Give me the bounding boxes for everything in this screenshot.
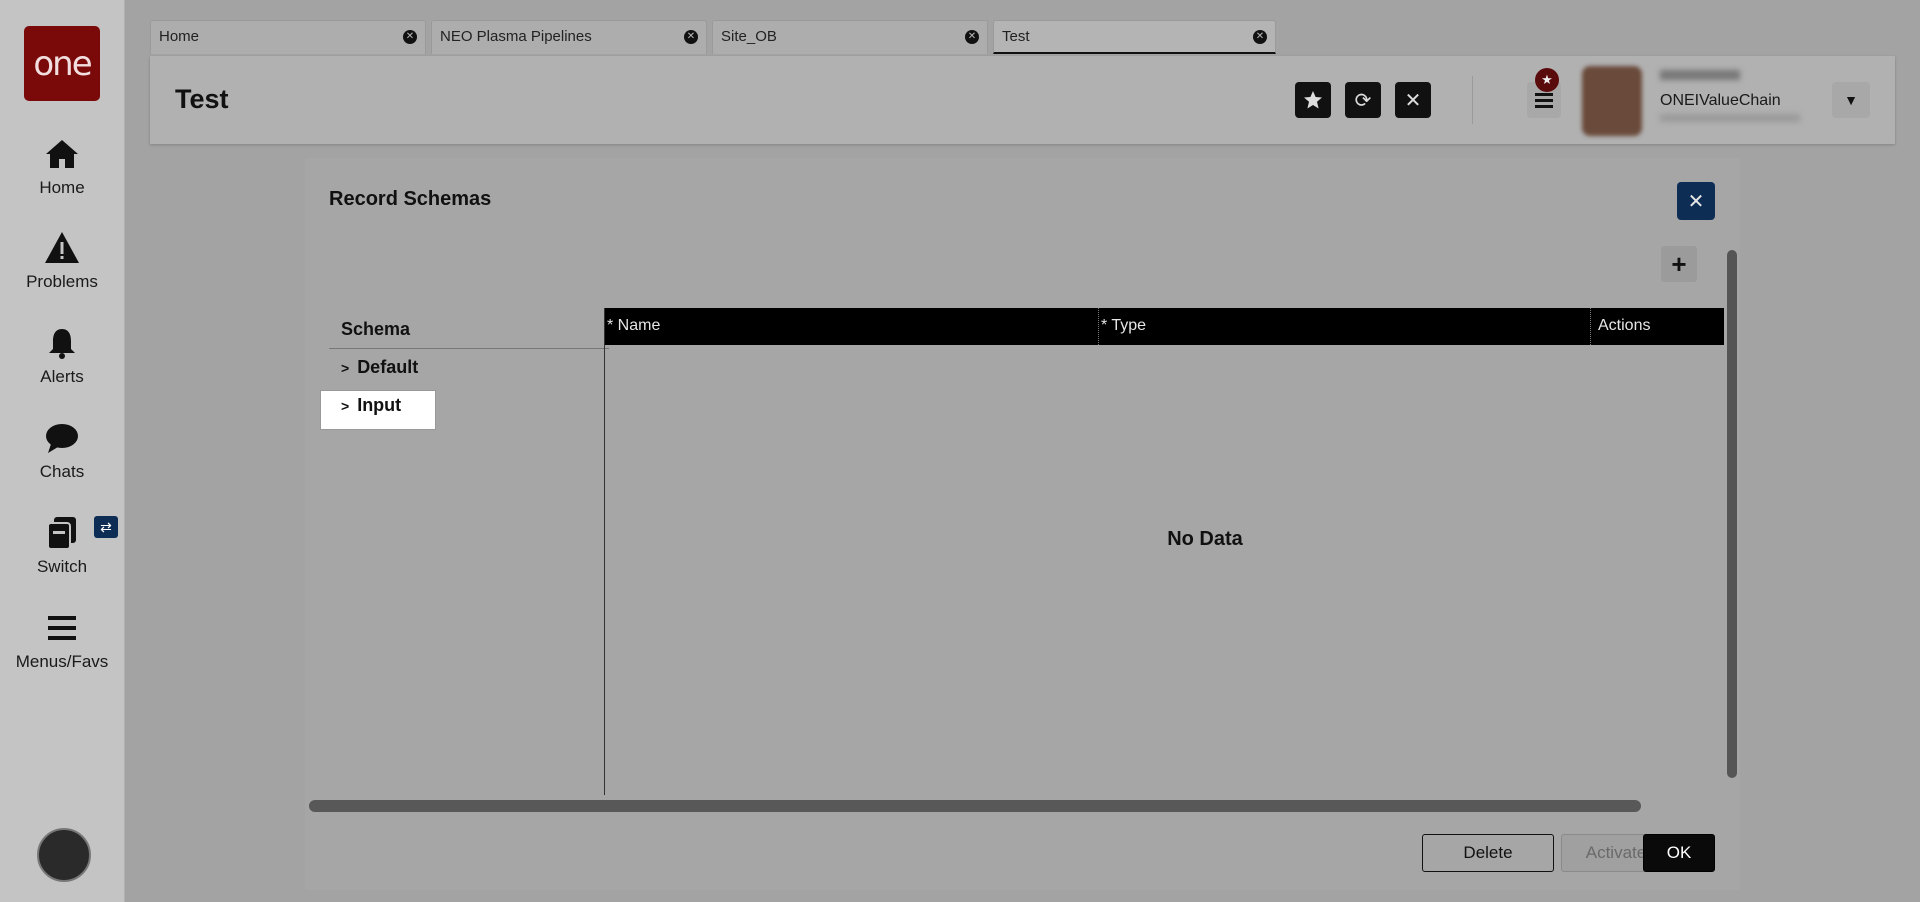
- refresh-icon: ⟳: [1354, 89, 1372, 112]
- favorites-badge-icon[interactable]: ★: [1535, 68, 1559, 92]
- close-page-button[interactable]: ✕: [1395, 82, 1431, 118]
- dialog-close-button[interactable]: ✕: [1677, 182, 1715, 220]
- assistant-avatar-icon[interactable]: [37, 828, 91, 882]
- chevron-down-icon: ▼: [1844, 92, 1858, 108]
- tree-item-label: Input: [357, 395, 402, 415]
- user-menu-button[interactable]: ▼: [1832, 82, 1870, 118]
- close-tab-icon[interactable]: ✕: [684, 30, 698, 44]
- nav-alerts-label: Alerts: [40, 367, 84, 386]
- bell-icon: [49, 329, 75, 359]
- column-header-name[interactable]: * Name: [607, 317, 660, 335]
- delete-button[interactable]: Delete: [1422, 834, 1554, 872]
- left-nav: one Home Problems Alerts Chats Switch ⇄ …: [0, 0, 125, 902]
- close-tab-icon[interactable]: ✕: [403, 30, 417, 44]
- tab-test[interactable]: Test ✕: [993, 20, 1276, 54]
- tree-item-default[interactable]: > Default: [341, 357, 418, 378]
- grid-header: * Name * Type Actions: [605, 308, 1724, 345]
- tab-label: Home: [159, 28, 200, 45]
- user-detail-blurred: [1660, 114, 1800, 122]
- chat-icon: [46, 424, 78, 453]
- tab-site-ob[interactable]: Site_OB ✕: [712, 20, 988, 54]
- refresh-button[interactable]: ⟳: [1345, 82, 1381, 118]
- nav-switch-label: Switch: [36, 557, 88, 576]
- star-icon: [1304, 91, 1322, 109]
- dialog-title: Record Schemas: [329, 188, 492, 210]
- tab-label: Test: [1002, 28, 1030, 45]
- nav-chats[interactable]: Chats: [0, 418, 124, 482]
- nav-home-label: Home: [39, 178, 85, 197]
- switch-icon: [47, 517, 76, 550]
- hamburger-icon: [1535, 93, 1553, 108]
- close-icon: ✕: [1404, 89, 1422, 112]
- schema-header: Schema: [341, 319, 411, 339]
- home-icon: [46, 140, 78, 168]
- plus-icon: +: [1671, 248, 1687, 279]
- close-tab-icon[interactable]: ✕: [1253, 30, 1267, 44]
- close-tab-icon[interactable]: ✕: [965, 30, 979, 44]
- user-org: ONEIValueChain: [1660, 92, 1781, 109]
- tree-item-input[interactable]: > Input: [341, 395, 401, 416]
- chevron-right-icon[interactable]: >: [341, 360, 349, 376]
- nav-chats-label: Chats: [39, 462, 85, 481]
- empty-state-text: No Data: [1167, 528, 1243, 550]
- favorite-button[interactable]: [1295, 82, 1331, 118]
- tab-neo-plasma-pipelines[interactable]: NEO Plasma Pipelines ✕: [431, 20, 707, 54]
- page-header: Test ⟳ ✕ ★ ONEIValueChain ▼: [150, 56, 1895, 144]
- column-separator[interactable]: [1590, 308, 1592, 345]
- header-divider: [1472, 76, 1473, 124]
- swap-icon[interactable]: ⇄: [94, 516, 118, 538]
- schema-fields-grid: * Name * Type Actions No Data: [604, 308, 1724, 795]
- ok-button[interactable]: OK: [1643, 834, 1715, 872]
- page-title: Test: [175, 84, 229, 114]
- app-logo[interactable]: one: [24, 26, 100, 101]
- nav-menus-favs-label: Menus/Favs: [15, 652, 109, 671]
- tab-label: NEO Plasma Pipelines: [440, 28, 592, 45]
- user-name-blurred: [1660, 70, 1740, 80]
- tab-home[interactable]: Home ✕: [150, 20, 426, 54]
- tab-label: Site_OB: [721, 28, 777, 45]
- tree-item-label: Default: [357, 357, 419, 377]
- nav-menus-favs[interactable]: Menus/Favs: [0, 608, 124, 672]
- menu-icon: [48, 616, 76, 640]
- chevron-right-icon[interactable]: >: [341, 398, 349, 414]
- nav-problems[interactable]: Problems: [0, 228, 124, 292]
- schema-divider: [329, 348, 609, 349]
- column-header-type[interactable]: * Type: [1101, 317, 1146, 335]
- nav-alerts[interactable]: Alerts: [0, 323, 124, 387]
- nav-home[interactable]: Home: [0, 134, 124, 198]
- close-icon: ✕: [1687, 190, 1705, 213]
- add-schema-button[interactable]: +: [1661, 246, 1697, 282]
- column-header-actions: Actions: [1598, 317, 1651, 334]
- warning-icon: [45, 232, 79, 263]
- nav-problems-label: Problems: [26, 272, 98, 291]
- record-schemas-dialog: Record Schemas ✕ + Schema > Default > Inpu…: [305, 158, 1740, 890]
- horizontal-scrollbar[interactable]: [309, 800, 1641, 812]
- column-separator[interactable]: [1098, 308, 1100, 345]
- user-avatar[interactable]: [1582, 66, 1642, 136]
- vertical-scrollbar[interactable]: [1727, 250, 1737, 778]
